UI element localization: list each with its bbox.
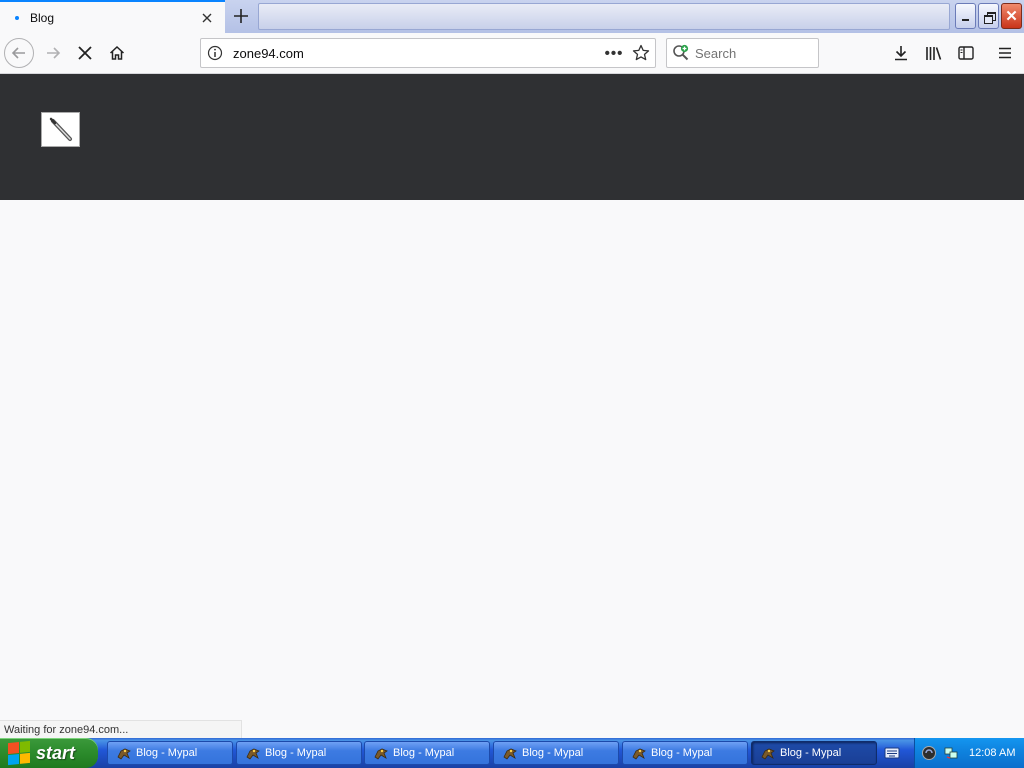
- page-content: [0, 74, 1024, 738]
- start-label: start: [36, 742, 76, 763]
- minimize-icon: [962, 19, 969, 21]
- language-bar-button[interactable]: [884, 745, 900, 761]
- network-icon[interactable]: [943, 745, 959, 761]
- taskbar-item-label: Blog - Mypal: [522, 747, 584, 759]
- keyboard-icon: [884, 747, 900, 759]
- mypal-icon: [245, 745, 261, 761]
- restore-icon: [983, 11, 996, 24]
- home-button[interactable]: [102, 38, 132, 68]
- new-tab-button[interactable]: [228, 4, 254, 28]
- taskbar-item-active[interactable]: Blog - Mypal: [751, 741, 877, 765]
- mypal-icon: [760, 745, 776, 761]
- tab-title: Blog: [30, 10, 55, 25]
- start-button[interactable]: start: [0, 738, 98, 768]
- search-bar[interactable]: [666, 38, 819, 68]
- tab-strip-empty-area: [258, 3, 950, 30]
- taskbar-item-label: Blog - Mypal: [651, 747, 713, 759]
- menu-button[interactable]: [990, 38, 1020, 68]
- taskbar-item[interactable]: Blog - Mypal: [622, 741, 748, 765]
- url-bar[interactable]: zone94.com •••: [200, 38, 656, 68]
- taskbar-item-label: Blog - Mypal: [265, 747, 327, 759]
- search-input[interactable]: [695, 45, 805, 61]
- url-text[interactable]: zone94.com: [233, 46, 601, 61]
- close-tab-button[interactable]: [199, 10, 215, 26]
- restore-button[interactable]: [978, 3, 999, 29]
- clock[interactable]: 12:08 AM: [969, 747, 1015, 759]
- taskbar-item-label: Blog - Mypal: [393, 747, 455, 759]
- navigation-toolbar: zone94.com •••: [0, 33, 1024, 74]
- site-header: [0, 74, 1024, 200]
- tab-strip: Blog ✕: [0, 0, 1024, 33]
- tab-favicon-icon: [9, 10, 25, 26]
- stop-button[interactable]: [70, 38, 100, 68]
- taskbar-item[interactable]: Blog - Mypal: [236, 741, 362, 765]
- close-icon: ✕: [1005, 7, 1018, 25]
- taskbar: start Blog - Mypal Blog - Mypal Blog - M…: [0, 738, 1024, 768]
- close-icon: [202, 13, 212, 22]
- taskbar-item[interactable]: Blog - Mypal: [107, 741, 233, 765]
- star-icon: [632, 44, 650, 61]
- downloads-button[interactable]: [886, 38, 916, 68]
- status-panel: Waiting for zone94.com...: [0, 720, 242, 738]
- search-icon: [673, 44, 689, 61]
- taskbar-item-label: Blog - Mypal: [780, 747, 842, 759]
- forward-button[interactable]: [38, 38, 68, 68]
- taskbar-item[interactable]: Blog - Mypal: [364, 741, 490, 765]
- close-window-button[interactable]: ✕: [1001, 3, 1022, 29]
- bookmark-button[interactable]: [627, 39, 655, 67]
- broken-image-icon: [49, 117, 72, 141]
- page-actions-button[interactable]: •••: [601, 39, 627, 67]
- home-icon: [109, 45, 125, 60]
- sidebar-button[interactable]: [951, 38, 981, 68]
- taskbar-item[interactable]: Blog - Mypal: [493, 741, 619, 765]
- info-icon: [207, 45, 223, 61]
- minimize-button[interactable]: [955, 3, 976, 29]
- stop-x-icon: [78, 46, 92, 60]
- back-button[interactable]: [4, 38, 34, 68]
- hamburger-icon: [999, 47, 1011, 59]
- mypal-icon: [631, 745, 647, 761]
- sidebar-icon: [958, 46, 974, 60]
- security-shield-icon[interactable]: [921, 745, 937, 761]
- screen: Blog ✕ zone94.com ••• Search Waiting for…: [0, 0, 1024, 768]
- site-logo[interactable]: [41, 112, 80, 147]
- plus-icon: [234, 9, 248, 23]
- system-tray: 12:08 AM: [914, 738, 1024, 768]
- library-button[interactable]: [919, 38, 949, 68]
- tab-blog[interactable]: Blog: [0, 0, 225, 33]
- arrow-left-icon: [11, 47, 25, 59]
- mypal-icon: [116, 745, 132, 761]
- windows-logo-icon: [8, 740, 30, 766]
- taskbar-item-label: Blog - Mypal: [136, 747, 198, 759]
- mypal-icon: [373, 745, 389, 761]
- site-info-button[interactable]: [201, 39, 229, 67]
- mypal-icon: [502, 745, 518, 761]
- search-engine-button[interactable]: [667, 39, 695, 67]
- download-icon: [895, 46, 907, 61]
- library-icon: [926, 47, 942, 60]
- arrow-right-icon: [47, 47, 61, 59]
